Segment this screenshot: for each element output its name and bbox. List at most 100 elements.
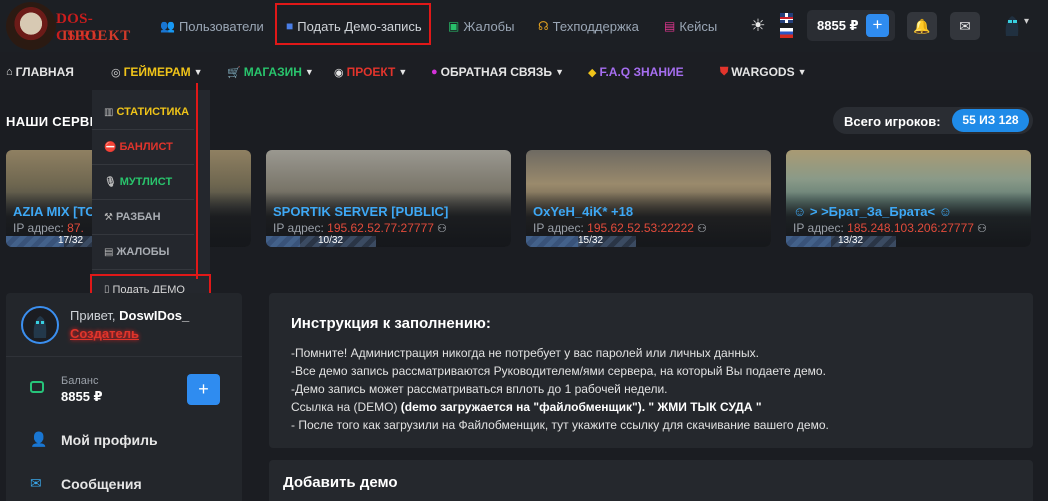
cart-icon: 🛒 [227,66,241,79]
chevron-down-icon: ▼ [304,67,314,77]
instructions-link-line: Ссылка на (DEMO) (demo загружается на "ф… [291,400,762,414]
graduation-cap-icon: ◆ [588,66,597,79]
server-player-fill [786,236,832,247]
logo-line2: ПРОЕКТ [62,28,132,44]
chevron-down-icon: ▼ [193,67,203,77]
language-switcher[interactable] [780,13,793,39]
dropdown-item-banlist[interactable]: ⛔ БАНЛИСТ [92,130,194,165]
profile-sidebar: Привет, DoswIDos_ Создатель Баланс 8855 … [6,293,242,501]
server-ip-label: IP адрес: [13,221,64,235]
server-card[interactable]: SPORTIK SERVER [PUBLIC] IP адрес: 195.62… [266,150,511,247]
ban-circle-icon: ⛔ [104,141,117,153]
server-player-fill [6,236,65,247]
topnav-complaints[interactable]: ▣ Жалобы [448,0,514,52]
header-balance: 8855 ₽ + [807,10,895,41]
instructions-line: - После того как загрузили на Файлобменщ… [291,418,829,432]
envelope-icon: ✉ [30,475,42,491]
server-player-count: 13/32 [838,235,864,246]
topnav-users[interactable]: 👥 Пользователи [160,0,264,52]
skull-logo-icon [6,2,56,50]
chevron-down-icon: ▼ [797,67,807,77]
server-ip: IP адрес: 87. [13,221,84,235]
nav-feedback-label: ОБРАТНАЯ СВЯЗЬ [440,65,553,79]
nav-project-label: ПРОЕКТ [346,65,396,79]
players-total-label: Всего игроков: [844,114,941,129]
users-icon: 👥 [160,19,175,33]
nav-project[interactable]: ◉ ПРОЕКТ ▼ [334,65,407,79]
dropdown-item-stats[interactable]: ▥ СТАТИСТИКА [92,95,194,130]
instructions-title: Инструкция к заполнению: [291,315,491,332]
nav-gamers[interactable]: ◎ ГЕЙМЕРАМ ▼ [111,65,203,79]
nav-gamers-label: ГЕЙМЕРАМ [123,65,191,79]
gamepad-icon[interactable]: ⚇ [437,223,447,235]
topnav-cases-label: Кейсы [679,18,718,34]
server-player-count: 17/32 [58,235,84,246]
server-card[interactable]: ☺ > >Брат_За_Брата< ☺ IP адрес: 185.248.… [786,150,1031,247]
dropdown-item-complaints-label: ЖАЛОБЫ [116,246,170,258]
uk-flag-icon[interactable] [780,13,793,23]
instructions-panel: Инструкция к заполнению: -Помните! Админ… [269,293,1033,448]
balance-topup-button[interactable]: + [187,374,220,405]
nav-faq[interactable]: ◆ F.A.Q ЗНАНИЕ [588,65,684,79]
header-topup-button[interactable]: + [866,14,889,37]
server-card[interactable]: OxYeH_4iK* +18 IP адрес: 195.62.52.53:22… [526,150,771,247]
instructions-line: -Демо запись может рассматриваться вплот… [291,382,668,396]
profile-greeting-hello: Привет, [70,308,116,323]
sidebar-item-messages[interactable]: ✉ Сообщения [30,475,142,492]
gamepad-icon[interactable]: ⚇ [977,223,987,235]
topnav-users-label: Пользователи [178,18,264,34]
dropdown-item-mutelist[interactable]: 🎙 МУТЛИСТ [92,165,194,200]
user-avatar-icon[interactable] [1000,12,1024,38]
server-player-bar: 13/32 [786,235,896,247]
chevron-down-icon: ▼ [398,67,408,77]
nav-home[interactable]: ⌂ ГЛАВНАЯ [6,65,74,79]
file-exchange-link[interactable]: (demo загружается на "файлобменщик"). " … [401,400,762,414]
theme-toggle-sun-icon[interactable]: ☀ [748,16,768,36]
server-ip-value: 185.248.103.206:27777 [847,221,974,235]
dropdown-item-unban[interactable]: ⚒ РАЗБАН [92,200,194,235]
site-logo[interactable]: DOS-CS.RU ПРОЕКТ [6,2,130,50]
server-ip-value: 195.62.52.77:27777 [327,221,434,235]
shield-icon: ⛊ [720,65,729,78]
server-ip: IP адрес: 185.248.103.206:27777 ⚇ [793,221,987,235]
add-demo-panel: Добавить демо [269,460,1033,501]
topnav-support[interactable]: ☊ Техподдержка [538,0,639,52]
dropdown-item-complaints[interactable]: ▤ ЖАЛОБЫ [92,235,194,270]
nav-feedback[interactable]: ● ОБРАТНАЯ СВЯЗЬ ▼ [431,65,564,79]
bar-chart-icon: ▥ [104,106,114,118]
globe-icon: ◎ [111,66,121,79]
nav-wargods[interactable]: ⛊ WARGODS ▼ [720,65,807,79]
page: DOS-CS.RU ПРОЕКТ 👥 Пользователи ■ Подать… [0,0,1048,501]
server-ip-label: IP адрес: [273,221,324,235]
player-model-icon [33,316,47,338]
headset-icon: ☊ [538,19,549,33]
topnav-complaints-label: Жалобы [463,18,515,34]
mail-envelope-icon[interactable]: ✉ [950,12,980,40]
nav-shop[interactable]: 🛒 МАГАЗИН ▼ [227,65,314,79]
notifications-bell-icon[interactable]: 🔔 [907,12,937,40]
sidebar-item-my-profile[interactable]: 👤 Мой профиль [30,431,158,448]
server-ip-label: IP адрес: [793,221,844,235]
case-icon: ▤ [664,19,676,33]
chat-bubbles-icon: ● [431,66,438,78]
profile-avatar[interactable] [21,306,59,344]
topnav-cases[interactable]: ▤ Кейсы [664,0,717,52]
microphone-slash-icon: 🎙 [104,176,117,188]
profile-role[interactable]: Создатель [70,326,139,341]
ru-flag-icon[interactable] [780,28,793,38]
gavel-icon: ⚒ [104,211,113,223]
gamepad-icon[interactable]: ⚇ [697,223,707,235]
server-ip: IP адрес: 195.62.52.53:22222 ⚇ [533,221,707,235]
highlight-line-gamers [196,83,198,279]
server-player-fill [266,236,301,247]
server-name: ☺ > >Брат_За_Брата< ☺ [793,204,952,219]
dropdown-item-unban-label: РАЗБАН [115,211,161,223]
highlight-box-topnav-demo [275,3,431,45]
balance-value: 8855 ₽ [61,389,103,404]
main-nav: ⌂ ГЛАВНАЯ ◎ ГЕЙМЕРАМ ▼ 🛒 МАГАЗИН ▼ ◉ ПРО… [0,52,1048,90]
user-menu-chevron-down-icon[interactable]: ▾ [1024,16,1029,27]
server-name: OxYeH_4iK* +18 [533,204,634,219]
header-balance-amount: 8855 ₽ [817,18,859,33]
players-total: Всего игроков: 55 ИЗ 128 [833,107,1033,134]
top-bar: DOS-CS.RU ПРОЕКТ 👥 Пользователи ■ Подать… [0,0,1048,52]
